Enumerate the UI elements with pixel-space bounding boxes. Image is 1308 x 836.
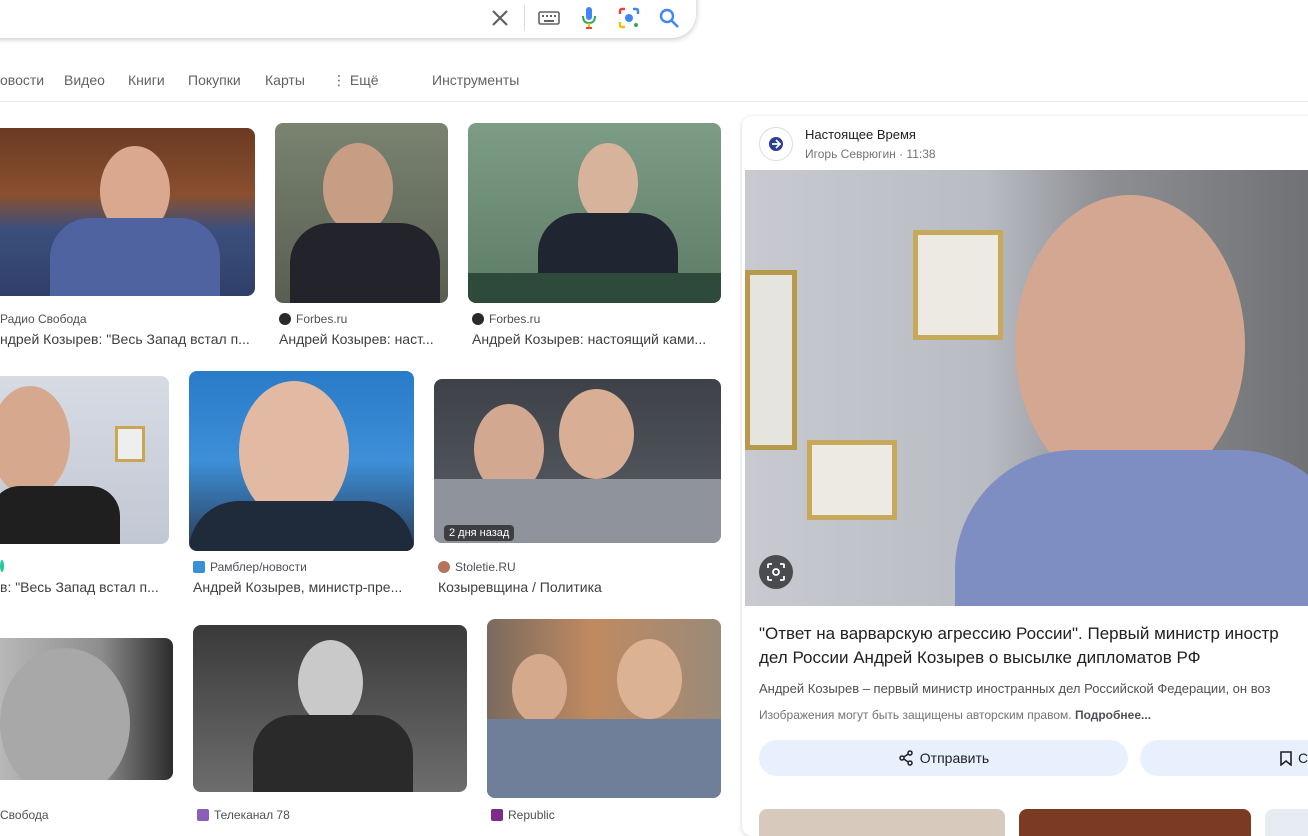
tab-shopping[interactable]: Покупки (188, 72, 241, 88)
share-label: Отправить (919, 750, 990, 766)
result-title[interactable]: Андрей Козырев: наст... (279, 331, 449, 347)
result-source[interactable]: Телеканал 78 (197, 808, 290, 822)
more-link[interactable]: Подробнее... (1075, 708, 1151, 722)
tab-books[interactable]: Книги (128, 72, 165, 88)
favicon-icon (438, 561, 450, 573)
source-name[interactable]: Настоящее Время (805, 127, 916, 142)
related-image[interactable] (1265, 809, 1308, 836)
favicon-icon (197, 809, 209, 821)
related-image[interactable] (759, 809, 1005, 836)
preview-headline[interactable]: "Ответ на варварскую агрессию России". П… (759, 622, 1308, 670)
tab-more[interactable]: ⋮ Ещё (332, 72, 379, 89)
source-logo-icon (759, 127, 793, 161)
tab-news[interactable]: овости (0, 72, 44, 88)
close-icon[interactable] (486, 4, 514, 32)
share-button[interactable]: Отправить (759, 740, 1128, 776)
save-label: С (1298, 750, 1308, 766)
result-source[interactable]: Радио Свобода (0, 312, 87, 326)
search-divider (524, 5, 525, 31)
tab-maps[interactable]: Карты (265, 72, 305, 88)
result-source[interactable]: Stoletie.RU (438, 560, 516, 574)
preview-image[interactable] (745, 170, 1308, 606)
lens-icon[interactable] (615, 4, 643, 32)
related-image[interactable] (1019, 809, 1251, 836)
favicon-icon (491, 809, 503, 821)
result-source[interactable]: Рамблер/новости (193, 560, 307, 574)
result-source[interactable]: Republic (491, 808, 555, 822)
result-image[interactable] (468, 123, 721, 303)
share-icon (899, 750, 913, 766)
result-source[interactable] (0, 560, 9, 572)
result-image[interactable] (0, 638, 173, 780)
result-image[interactable] (193, 625, 467, 792)
result-title[interactable]: Андрей Козырев: настоящий ками... (472, 331, 720, 347)
result-image[interactable] (0, 128, 255, 296)
keyboard-icon[interactable] (535, 4, 563, 32)
result-title[interactable]: ндрей Козырев: "Весь Запад встал п... (0, 331, 250, 347)
result-source[interactable]: Forbes.ru (472, 312, 540, 326)
tabs-divider (0, 101, 1308, 102)
result-image[interactable] (275, 123, 448, 303)
favicon-icon (279, 313, 291, 325)
favicon-icon (0, 560, 4, 572)
result-title[interactable]: Андрей Козырев, министр-пре... (193, 579, 413, 595)
source-meta: Игорь Севрюгин · 11:38 (805, 147, 936, 161)
lens-search-icon[interactable] (759, 555, 793, 589)
copyright-notice: Изображения могут быть защищены авторски… (759, 708, 1152, 722)
save-button[interactable]: С (1140, 740, 1308, 776)
result-image[interactable] (189, 371, 414, 551)
image-preview-panel: Настоящее Время Игорь Севрюгин · 11:38 "… (742, 116, 1308, 836)
result-source[interactable]: Forbes.ru (279, 312, 347, 326)
bookmark-icon (1280, 750, 1292, 766)
favicon-icon (472, 313, 484, 325)
date-badge: 2 дня назад (444, 525, 515, 541)
tab-video[interactable]: Видео (64, 72, 105, 88)
preview-snippet: Андрей Козырев – первый министр иностран… (759, 681, 1271, 696)
result-title[interactable]: Козыревщина / Политика (438, 579, 720, 595)
result-image[interactable] (434, 379, 721, 543)
result-source[interactable]: Свобода (0, 808, 49, 822)
tools-button[interactable]: Инструменты (432, 72, 519, 88)
result-image[interactable] (0, 376, 169, 544)
mic-icon[interactable] (575, 4, 603, 32)
result-image[interactable] (487, 619, 721, 798)
favicon-icon (193, 561, 205, 573)
search-icon[interactable] (655, 4, 683, 32)
result-title[interactable]: в: "Весь Запад встал п... (0, 579, 168, 595)
